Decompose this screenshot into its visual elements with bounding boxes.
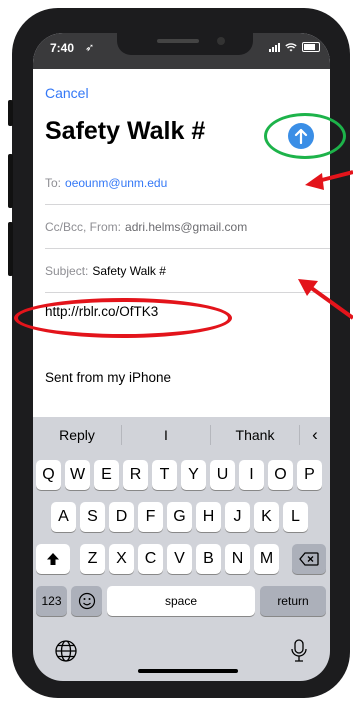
shift-icon (47, 553, 59, 565)
key-a[interactable]: A (51, 502, 76, 532)
emoji-icon (78, 592, 95, 610)
mute-switch (8, 100, 13, 126)
key-v[interactable]: V (167, 544, 192, 574)
key-r[interactable]: R (123, 460, 148, 490)
status-bar: 7:40 ➶ (33, 33, 330, 69)
speaker-grille (157, 39, 199, 43)
globe-icon[interactable] (54, 639, 78, 663)
numbers-key[interactable]: 123 (36, 586, 67, 616)
delete-key[interactable] (292, 544, 326, 574)
volume-down-button (8, 222, 13, 276)
shift-key[interactable] (36, 544, 70, 574)
suggestion-1[interactable]: Reply (33, 427, 121, 443)
volume-up-button (8, 154, 13, 208)
key-j[interactable]: J (225, 502, 250, 532)
annotation-red-circle (14, 298, 232, 338)
key-k[interactable]: K (254, 502, 279, 532)
return-key[interactable]: return (260, 586, 326, 616)
key-s[interactable]: S (80, 502, 105, 532)
key-e[interactable]: E (94, 460, 119, 490)
front-camera (217, 37, 225, 45)
from-address: adri.helms@gmail.com (125, 219, 248, 234)
signature-text[interactable]: Sent from my iPhone (45, 370, 171, 385)
backspace-icon (299, 552, 319, 566)
key-u[interactable]: U (210, 460, 235, 490)
battery-icon (302, 42, 320, 52)
cc-from-label: Cc/Bcc, From: (45, 219, 122, 234)
collapse-chevron-icon[interactable]: ‹ (300, 425, 330, 445)
to-field[interactable]: To: oeounm@unm.edu (45, 161, 330, 205)
key-m[interactable]: M (254, 544, 279, 574)
key-h[interactable]: H (196, 502, 221, 532)
subject-value[interactable]: Safety Walk # (92, 264, 166, 278)
key-f[interactable]: F (138, 502, 163, 532)
to-label: To: (45, 175, 62, 190)
key-l[interactable]: L (283, 502, 308, 532)
key-x[interactable]: X (109, 544, 134, 574)
cc-from-field[interactable]: Cc/Bcc, From: adri.helms@gmail.com (45, 205, 330, 249)
key-g[interactable]: G (167, 502, 192, 532)
location-icon: ➶ (85, 42, 95, 54)
key-t[interactable]: T (152, 460, 177, 490)
key-o[interactable]: O (268, 460, 293, 490)
microphone-icon[interactable] (289, 638, 309, 664)
compose-title: Safety Walk # (45, 117, 206, 145)
key-z[interactable]: Z (80, 544, 105, 574)
wifi-icon (285, 42, 297, 51)
status-icons (269, 42, 320, 52)
suggestion-3[interactable]: Thank (211, 427, 299, 443)
subject-label: Subject: (45, 263, 89, 278)
signal-icon (269, 42, 280, 52)
subject-field[interactable]: Subject: Safety Walk # (45, 249, 330, 293)
suggestion-2[interactable]: I (122, 427, 210, 443)
key-y[interactable]: Y (181, 460, 206, 490)
predictive-bar: Reply I Thank ‹ (33, 417, 330, 453)
notch (117, 33, 253, 55)
key-d[interactable]: D (109, 502, 134, 532)
key-p[interactable]: P (297, 460, 322, 490)
status-time: 7:40 (50, 41, 75, 55)
key-b[interactable]: B (196, 544, 221, 574)
space-key[interactable]: space (107, 586, 255, 616)
annotation-green-circle (264, 113, 346, 159)
emoji-key[interactable] (71, 586, 102, 616)
to-recipient[interactable]: oeounm@unm.edu (65, 176, 167, 190)
key-q[interactable]: Q (36, 460, 61, 490)
home-indicator (138, 669, 238, 673)
key-i[interactable]: I (239, 460, 264, 490)
key-w[interactable]: W (65, 460, 90, 490)
key-n[interactable]: N (225, 544, 250, 574)
key-c[interactable]: C (138, 544, 163, 574)
cancel-button[interactable]: Cancel (45, 85, 89, 101)
